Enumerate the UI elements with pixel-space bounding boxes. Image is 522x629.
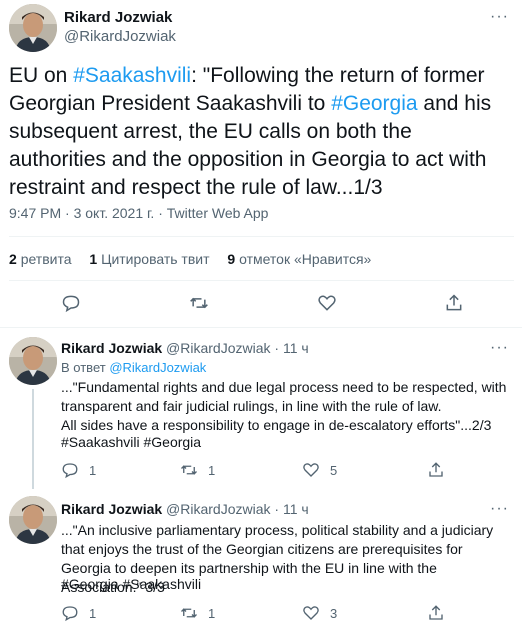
- like-icon[interactable]: [302, 604, 320, 622]
- reply-hashtags[interactable]: #Georgia #Saakashvili: [61, 575, 516, 594]
- reply-author-handle[interactable]: @RikardJozwiak: [166, 340, 270, 356]
- quotes-stat[interactable]: 1 Цитировать твит: [89, 251, 209, 267]
- reply-avatar[interactable]: [9, 337, 57, 385]
- likes-count: 9: [227, 251, 236, 267]
- more-options-icon[interactable]: ···: [490, 8, 509, 26]
- tweet-date[interactable]: 3 окт. 2021 г.: [74, 205, 155, 221]
- reply-author-handle[interactable]: @RikardJozwiak: [166, 501, 270, 517]
- retweets-stat[interactable]: 2 ретвита: [9, 251, 72, 267]
- meta-separator: ·: [61, 205, 74, 221]
- thread-line: [32, 389, 34, 489]
- like-icon[interactable]: [317, 293, 337, 313]
- reply-count: 1: [89, 463, 97, 478]
- reply-to-handle[interactable]: @RikardJozwiak: [109, 360, 206, 375]
- author-avatar[interactable]: [9, 4, 57, 52]
- likes-stat[interactable]: 9 отметок «Нравится»: [227, 251, 371, 267]
- like-count: 5: [330, 463, 338, 478]
- reply-time[interactable]: · 11 ч: [274, 340, 308, 356]
- retweet-icon[interactable]: [189, 293, 209, 313]
- hashtag-georgia[interactable]: #Georgia: [331, 92, 417, 115]
- hashtag-saakashvili[interactable]: #Saakashvili: [73, 64, 191, 87]
- likes-label: отметок «Нравится»: [239, 251, 372, 267]
- reply-avatar[interactable]: [9, 496, 57, 544]
- author-name[interactable]: Rikard Jozwiak: [64, 9, 172, 26]
- tweet-meta: 9:47 PM · 3 окт. 2021 г. · Twitter Web A…: [9, 205, 268, 221]
- like-count: 3: [330, 606, 338, 621]
- tweet-text: EU on #Saakashvili: "Following the retur…: [9, 62, 514, 202]
- avatar-photo-icon: [9, 496, 57, 544]
- retweet-count: 1: [208, 463, 216, 478]
- quotes-count: 1: [89, 251, 98, 267]
- retweet-count: 1: [208, 606, 216, 621]
- divider: [9, 236, 514, 237]
- reply-to-label: В ответ: [61, 360, 110, 375]
- reply-text: ..."Fundamental rights and due legal pro…: [61, 379, 507, 433]
- retweets-label: ретвита: [20, 251, 72, 267]
- tweet-stats: 2 ретвита 1 Цитировать твит 9 отметок «Н…: [9, 251, 371, 267]
- reply-time[interactable]: · 11 ч: [274, 501, 308, 517]
- reply-count: 1: [89, 606, 97, 621]
- reply-author-name[interactable]: Rikard Jozwiak: [61, 340, 162, 356]
- avatar-photo-icon: [9, 4, 57, 52]
- reply-icon[interactable]: [61, 604, 79, 622]
- retweets-count: 2: [9, 251, 17, 267]
- reply-to: В ответ @RikardJozwiak: [61, 360, 206, 375]
- like-icon[interactable]: [302, 461, 320, 479]
- retweet-icon[interactable]: [180, 604, 198, 622]
- reply-header: Rikard Jozwiak @RikardJozwiak · 11 ч: [61, 501, 309, 517]
- reply-hashtags[interactable]: #Saakashvili #Georgia: [61, 433, 516, 452]
- avatar-photo-icon: [9, 337, 57, 385]
- reply-header: Rikard Jozwiak @RikardJozwiak · 11 ч: [61, 340, 309, 356]
- reply-icon[interactable]: [61, 293, 81, 313]
- more-options-icon[interactable]: ···: [490, 339, 509, 357]
- meta-separator: ·: [154, 205, 167, 221]
- share-icon[interactable]: [427, 604, 445, 622]
- share-icon[interactable]: [427, 461, 445, 479]
- divider: [9, 280, 514, 281]
- divider: [0, 327, 522, 328]
- quotes-label: Цитировать твит: [101, 251, 210, 267]
- more-options-icon[interactable]: ···: [490, 500, 509, 518]
- reply-icon[interactable]: [61, 461, 79, 479]
- author-handle[interactable]: @RikardJozwiak: [64, 28, 176, 45]
- reply-author-name[interactable]: Rikard Jozwiak: [61, 501, 162, 517]
- share-icon[interactable]: [444, 293, 464, 313]
- tweet-text-prefix: EU on: [9, 64, 74, 87]
- tweet-source[interactable]: Twitter Web App: [167, 205, 269, 221]
- retweet-icon[interactable]: [180, 461, 198, 479]
- tweet-time[interactable]: 9:47 PM: [9, 205, 61, 221]
